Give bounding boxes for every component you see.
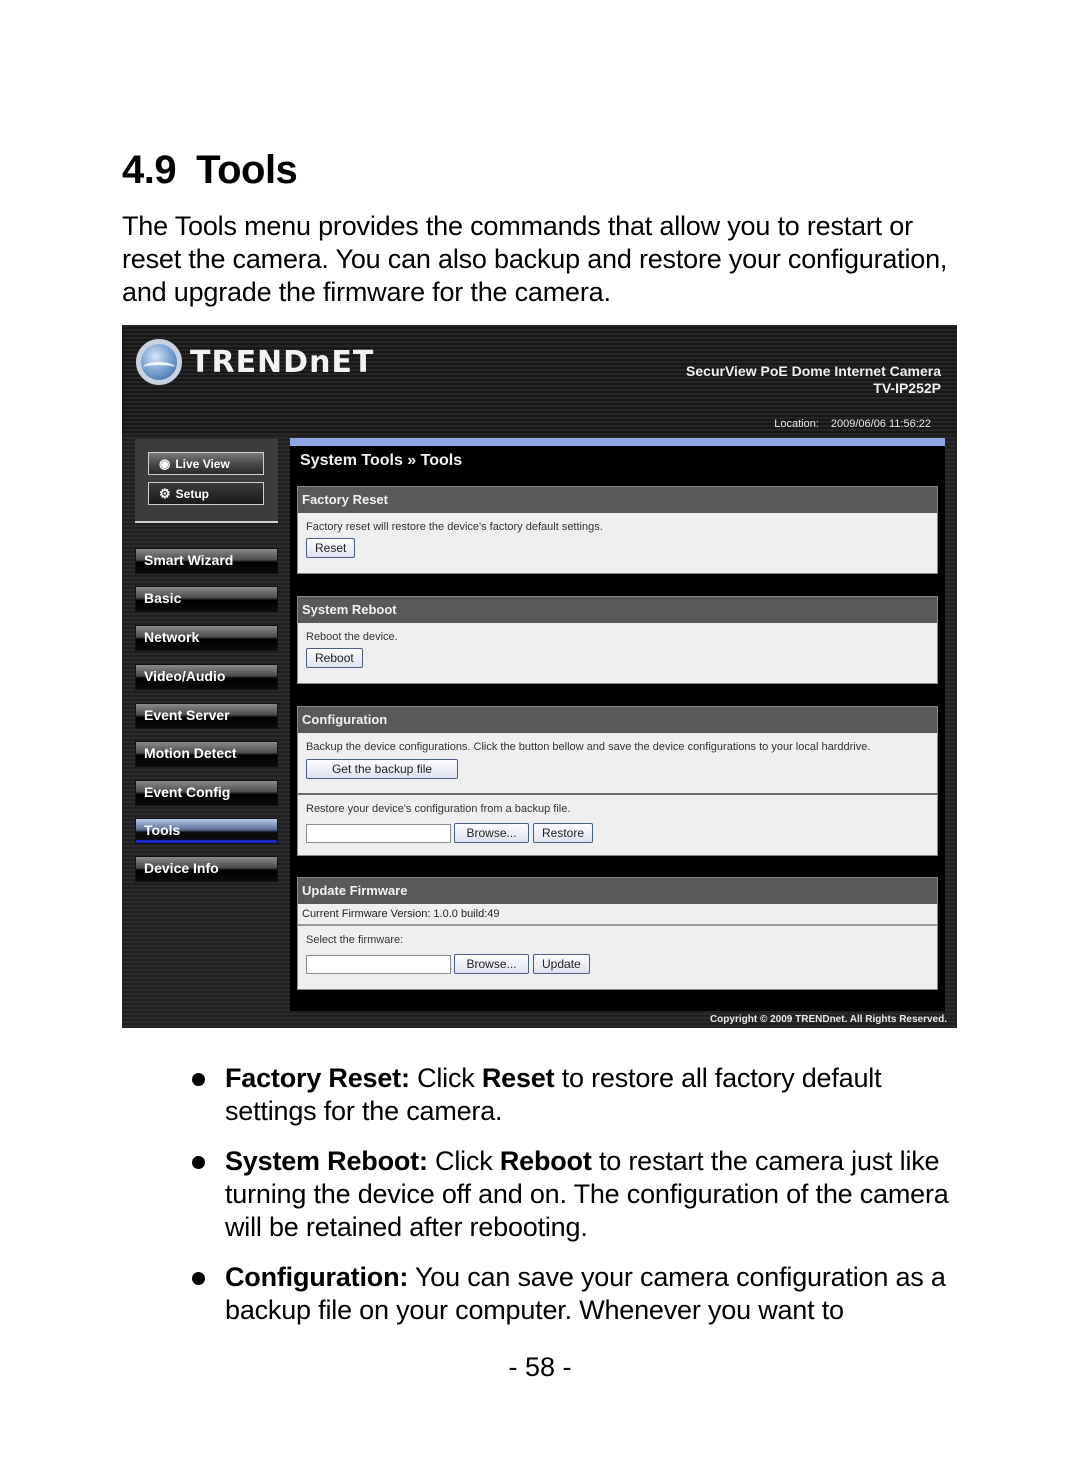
select-firmware-label: Select the firmware: [306,934,404,946]
restore-file-input[interactable] [306,823,451,843]
location-label: Location: [774,418,819,430]
firmware-file-input[interactable] [306,954,451,974]
get-backup-file-button[interactable]: Get the backup file [306,759,458,779]
factory-reset-body: Factory reset will restore the device's … [298,513,937,564]
menu-item-smart-wizard[interactable]: Smart Wizard [135,548,278,574]
system-reboot-body: Reboot the device. Reboot [298,623,937,674]
restore-body: Restore your device's configuration from… [298,795,937,849]
bullet-bold: Reboot [499,1146,592,1176]
location-readout: Location: 2009/06/06 11:56:22 [774,418,931,430]
menu-item-video-audio[interactable]: Video/Audio [135,664,278,690]
brand-name: TRENDnET [190,344,375,380]
current-firmware-version: Current Firmware Version: 1.0.0 build:49 [298,904,937,926]
system-reboot-section: System Reboot Reboot the device. Reboot [297,596,938,684]
menu-item-device-info[interactable]: Device Info [135,856,278,882]
section-number: 4.9 [122,148,177,192]
product-name: SecurView PoE Dome Internet Camera [686,363,941,379]
firmware-file-row: Browse... Update [306,954,929,974]
factory-reset-section: Factory Reset Factory reset will restore… [297,486,938,574]
intro-paragraph: The Tools menu provides the commands tha… [122,211,948,307]
reboot-button[interactable]: Reboot [306,648,363,668]
content-panel: System Tools » Tools Factory Reset Facto… [290,438,945,1011]
trendnet-logo: TRENDnET [136,339,374,385]
bullet-bold: Reset [481,1063,555,1093]
backup-description: Backup the device configurations. Click … [306,741,871,753]
setup-label: Setup [175,486,209,501]
camera-web-ui-screenshot: TRENDnET SecurView PoE Dome Internet Cam… [122,325,957,1028]
bullet-term: System Reboot: [225,1146,428,1176]
configuration-title: Configuration [298,707,937,733]
section-title: Tools [196,148,298,192]
location-datetime: 2009/06/06 11:56:22 [830,418,931,430]
bullet-text: Click [427,1146,500,1176]
restore-browse-button[interactable]: Browse... [454,823,529,843]
bullet-dot-icon [192,1272,205,1285]
bullet-text: Click [409,1063,482,1093]
top-nav-panel: ◉ Live View ⚙ Setup [135,439,278,523]
feature-list: Factory Reset: Click Reset to restore al… [190,1062,970,1344]
update-button[interactable]: Update [533,954,590,974]
bullet-configuration: Configuration: You can save your camera … [190,1261,970,1327]
copyright-notice: Copyright © 2009 TRENDnet. All Rights Re… [709,1014,947,1025]
bullet-term: Configuration: [225,1262,409,1292]
menu-item-event-server[interactable]: Event Server [135,703,278,729]
bullet-factory-reset: Factory Reset: Click Reset to restore al… [190,1062,970,1128]
menu-item-network[interactable]: Network [135,625,278,651]
reset-button[interactable]: Reset [306,538,356,558]
menu-item-basic[interactable]: Basic [135,586,278,612]
bullet-term: Factory Reset: [225,1063,410,1093]
update-firmware-section: Update Firmware Current Firmware Version… [297,877,938,990]
bullet-dot-icon [192,1156,205,1169]
eye-icon: ◉ [159,455,171,471]
configuration-section: Configuration Backup the device configur… [297,706,938,856]
system-reboot-description: Reboot the device. [306,631,398,643]
firmware-body: Select the firmware: Browse... Update [298,926,937,980]
factory-reset-title: Factory Reset [298,487,937,513]
firmware-browse-button[interactable]: Browse... [454,954,529,974]
restore-file-row: Browse... Restore [306,823,929,843]
menu-item-motion-detect[interactable]: Motion Detect [135,741,278,767]
camera-header: TRENDnET SecurView PoE Dome Internet Cam… [122,325,957,435]
factory-reset-description: Factory reset will restore the device's … [306,521,603,533]
breadcrumb: System Tools » Tools [300,452,463,469]
update-firmware-title: Update Firmware [298,878,937,904]
setup-button[interactable]: ⚙ Setup [148,482,264,505]
globe-icon [136,339,182,385]
section-heading: 4.9 Tools [122,148,298,193]
product-info: SecurView PoE Dome Internet Camera TV-IP… [686,363,941,397]
restore-button[interactable]: Restore [533,823,594,843]
menu-item-tools[interactable]: Tools [135,818,278,844]
page-number: - 58 - [508,1352,572,1382]
product-model: TV-IP252P [873,380,941,396]
live-view-button[interactable]: ◉ Live View [148,452,264,475]
bullet-dot-icon [192,1073,205,1086]
backup-body: Backup the device configurations. Click … [298,733,937,793]
gears-icon: ⚙ [159,485,171,501]
menu-item-event-config[interactable]: Event Config [135,780,278,806]
bullet-system-reboot: System Reboot: Click Reboot to restart t… [190,1145,970,1244]
system-reboot-title: System Reboot [298,597,937,623]
live-view-label: Live View [175,456,230,471]
restore-description: Restore your device's configuration from… [306,803,571,815]
